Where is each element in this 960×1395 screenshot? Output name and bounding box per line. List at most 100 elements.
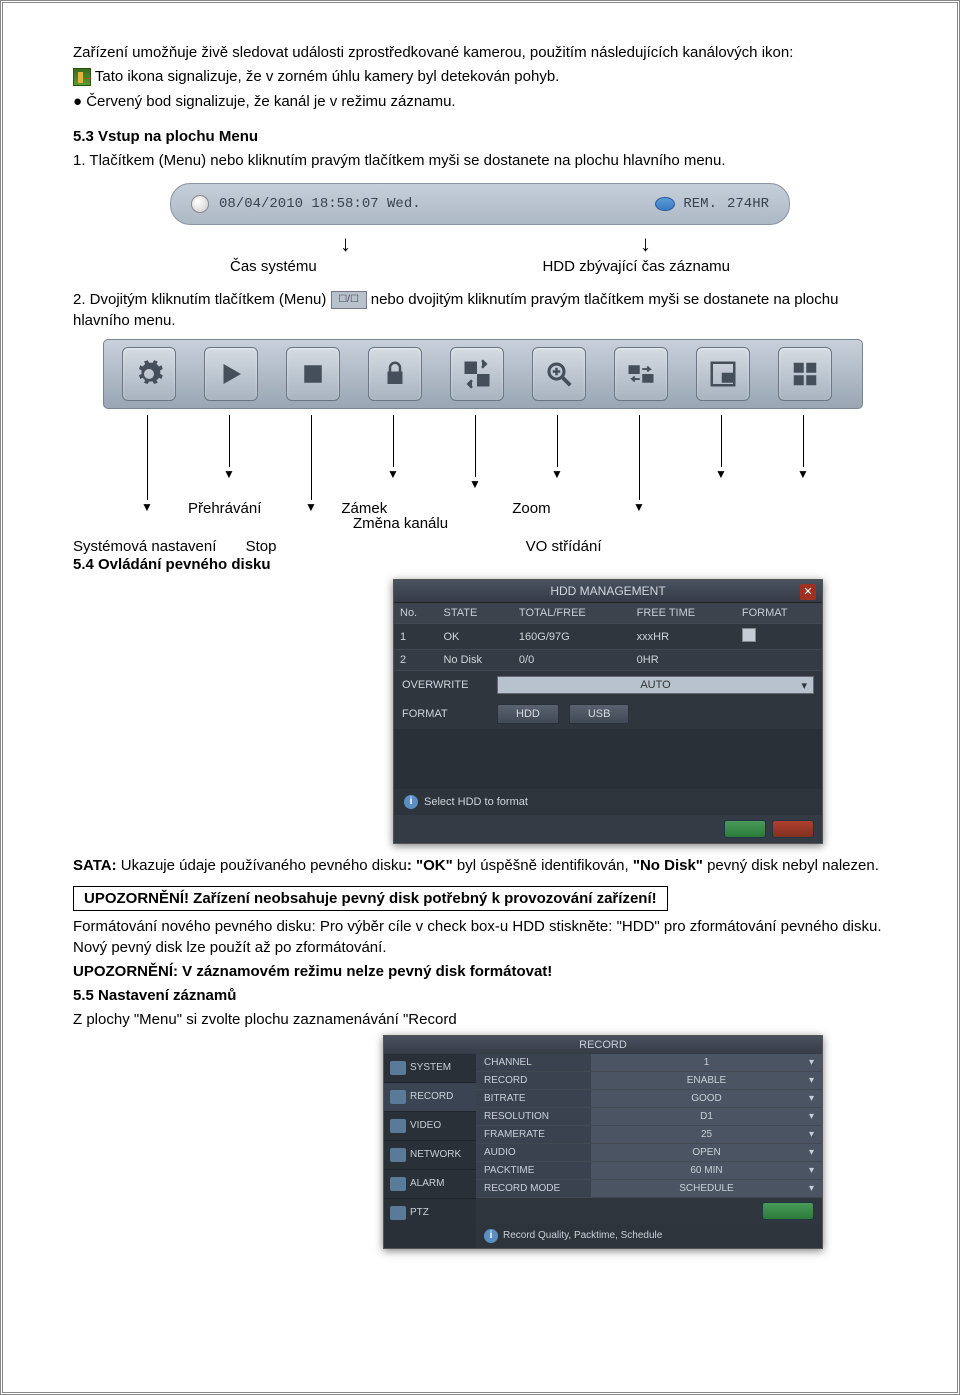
sidebar-item-network[interactable]: NETWORK — [384, 1141, 476, 1170]
framerate-select[interactable]: 25 — [591, 1126, 822, 1143]
play-icon — [216, 359, 246, 389]
video-icon — [390, 1119, 406, 1133]
ptz-icon — [390, 1206, 406, 1220]
section-5-4: 5.4 Ovládání pevného disku — [73, 555, 887, 575]
time-label: Čas systému — [230, 258, 317, 275]
format-text: Formátování nového pevného disku: Pro vý… — [73, 917, 887, 958]
system-label: Systémová nastavení — [73, 538, 216, 555]
format-checkbox[interactable] — [742, 628, 756, 642]
hdd-bottom-buttons — [394, 815, 822, 843]
arrow-hdd: ↓ — [640, 233, 651, 255]
clock-icon — [191, 195, 209, 213]
channel-button[interactable] — [450, 347, 504, 401]
network-icon — [390, 1148, 406, 1162]
close-icon[interactable]: ✕ — [800, 584, 816, 600]
overwrite-row: OVERWRITE AUTO — [394, 671, 822, 699]
vo-button[interactable] — [614, 347, 668, 401]
record-dialog: RECORD SYSTEM RECORD VIDEO NETWORK ALARM… — [383, 1035, 823, 1249]
record-footer: i Record Quality, Packtime, Schedule — [476, 1224, 822, 1248]
vo-label: VO střídání — [526, 538, 602, 555]
warning-2: UPOZORNĚNÍ: V záznamovém režimu nelze pe… — [73, 962, 887, 982]
main-toolbar — [103, 339, 863, 409]
settings-button[interactable] — [122, 347, 176, 401]
vo-icon — [626, 359, 656, 389]
play-button[interactable] — [204, 347, 258, 401]
sidebar-item-alarm[interactable]: ALARM — [384, 1170, 476, 1199]
zoom-button[interactable] — [532, 347, 586, 401]
status-datetime: 08/04/2010 18:58:07 Wed. — [219, 196, 421, 212]
status-labels: Čas systému HDD zbývající čas záznamu — [170, 258, 790, 275]
warning-box: UPOZORNĚNÍ! Zařízení neobsahuje pevný di… — [73, 886, 668, 911]
disk-icon — [655, 197, 675, 211]
record-select[interactable]: ENABLE — [591, 1072, 822, 1089]
lock-button[interactable] — [368, 347, 422, 401]
cancel-button[interactable] — [772, 820, 814, 838]
status-bar: 08/04/2010 18:58:07 Wed. REM. 274HR — [170, 183, 790, 225]
sidebar-item-ptz[interactable]: PTZ — [384, 1199, 476, 1227]
rem-label: REM. — [683, 196, 717, 212]
status-arrows: ↓ ↓ — [170, 233, 790, 258]
play-label: Přehrávání — [188, 500, 261, 517]
step-2: 2. Dvojitým kliknutím tlačítkem (Menu) ☐… — [73, 290, 887, 331]
record-icon — [390, 1090, 406, 1104]
lock-icon — [380, 359, 410, 389]
hdd-header-row: No. STATE TOTAL/FREE FREE TIME FORMAT — [394, 603, 822, 624]
stop-label: Stop — [246, 538, 277, 555]
pip-button[interactable] — [696, 347, 750, 401]
info-icon: i — [404, 795, 418, 809]
recordmode-select[interactable]: SCHEDULE — [591, 1180, 822, 1197]
alarm-icon — [390, 1177, 406, 1191]
sidebar-item-system[interactable]: SYSTEM — [384, 1054, 476, 1083]
overwrite-select[interactable]: AUTO — [497, 676, 814, 694]
stop-icon — [298, 359, 328, 389]
record-sidebar: SYSTEM RECORD VIDEO NETWORK ALARM PTZ — [384, 1054, 476, 1248]
format-usb-button[interactable]: USB — [569, 704, 630, 724]
zoom-label: Zoom — [512, 500, 550, 517]
sidebar-item-video[interactable]: VIDEO — [384, 1112, 476, 1141]
ok-button[interactable] — [724, 820, 766, 838]
motion-icon — [73, 68, 91, 86]
rem-value: 274HR — [727, 196, 769, 212]
red-dot-desc: ● Červený bod signalizuje, že kanál je v… — [73, 92, 887, 112]
info-icon: i — [484, 1229, 498, 1243]
stop-button[interactable] — [286, 347, 340, 401]
icon-desc: Tato ikona signalizuje, že v zorném úhlu… — [95, 68, 559, 85]
intro-text: Zařízení umožňuje živě sledovat události… — [73, 43, 887, 63]
audio-select[interactable]: OPEN — [591, 1144, 822, 1161]
hdd-footer: i Select HDD to format — [394, 789, 822, 815]
toolbar-arrows — [103, 415, 863, 470]
format-hdd-button[interactable]: HDD — [497, 704, 559, 724]
format-row: FORMAT HDD USB — [394, 699, 822, 729]
bitrate-select[interactable]: GOOD — [591, 1090, 822, 1107]
section-5-5: 5.5 Nastavení záznamů — [73, 986, 887, 1006]
table-row: 1 OK 160G/97G xxxHR — [394, 624, 822, 650]
rec-ok-button[interactable] — [762, 1202, 814, 1220]
pip-icon — [708, 359, 738, 389]
system-icon — [390, 1061, 406, 1075]
swap-icon — [462, 359, 492, 389]
hdd-title-bar: HDD MANAGEMENT ✕ — [394, 580, 822, 603]
hdd-management-dialog: HDD MANAGEMENT ✕ No. STATE TOTAL/FREE FR… — [393, 579, 823, 844]
record-title: RECORD — [384, 1036, 822, 1054]
quad-icon — [790, 359, 820, 389]
resolution-select[interactable]: D1 — [591, 1108, 822, 1125]
toolbar-labels-row2: Systémová nastavení Stop VO střídání — [103, 538, 887, 555]
record-main: CHANNEL1 RECORDENABLE BITRATEGOOD RESOLU… — [476, 1054, 822, 1248]
table-row: 2 No Disk 0/0 0HR — [394, 650, 822, 671]
channel-select[interactable]: 1 — [591, 1054, 822, 1071]
section-5-3: 5.3 Vstup na plochu Menu — [73, 127, 887, 147]
arrow-time: ↓ — [340, 233, 351, 255]
channel-label: Změna kanálu — [353, 515, 887, 532]
icon-line: Tato ikona signalizuje, že v zorném úhlu… — [73, 67, 887, 87]
zoom-icon — [544, 359, 574, 389]
sidebar-item-record[interactable]: RECORD — [384, 1083, 476, 1112]
hdd-table: No. STATE TOTAL/FREE FREE TIME FORMAT 1 … — [394, 603, 822, 671]
hdd-label: HDD zbývající čas záznamu — [542, 258, 730, 275]
menu-mini-icon: ☐/☐ — [331, 291, 367, 309]
packtime-select[interactable]: 60 MIN — [591, 1162, 822, 1179]
step-1: 1. Tlačítkem (Menu) nebo kliknutím pravý… — [73, 151, 887, 171]
gear-icon — [134, 359, 164, 389]
sata-text: SATA: Ukazuje údaje používaného pevného … — [73, 856, 887, 876]
quad-button[interactable] — [778, 347, 832, 401]
section-5-5-desc: Z plochy "Menu" si zvolte plochu zazname… — [73, 1010, 887, 1030]
